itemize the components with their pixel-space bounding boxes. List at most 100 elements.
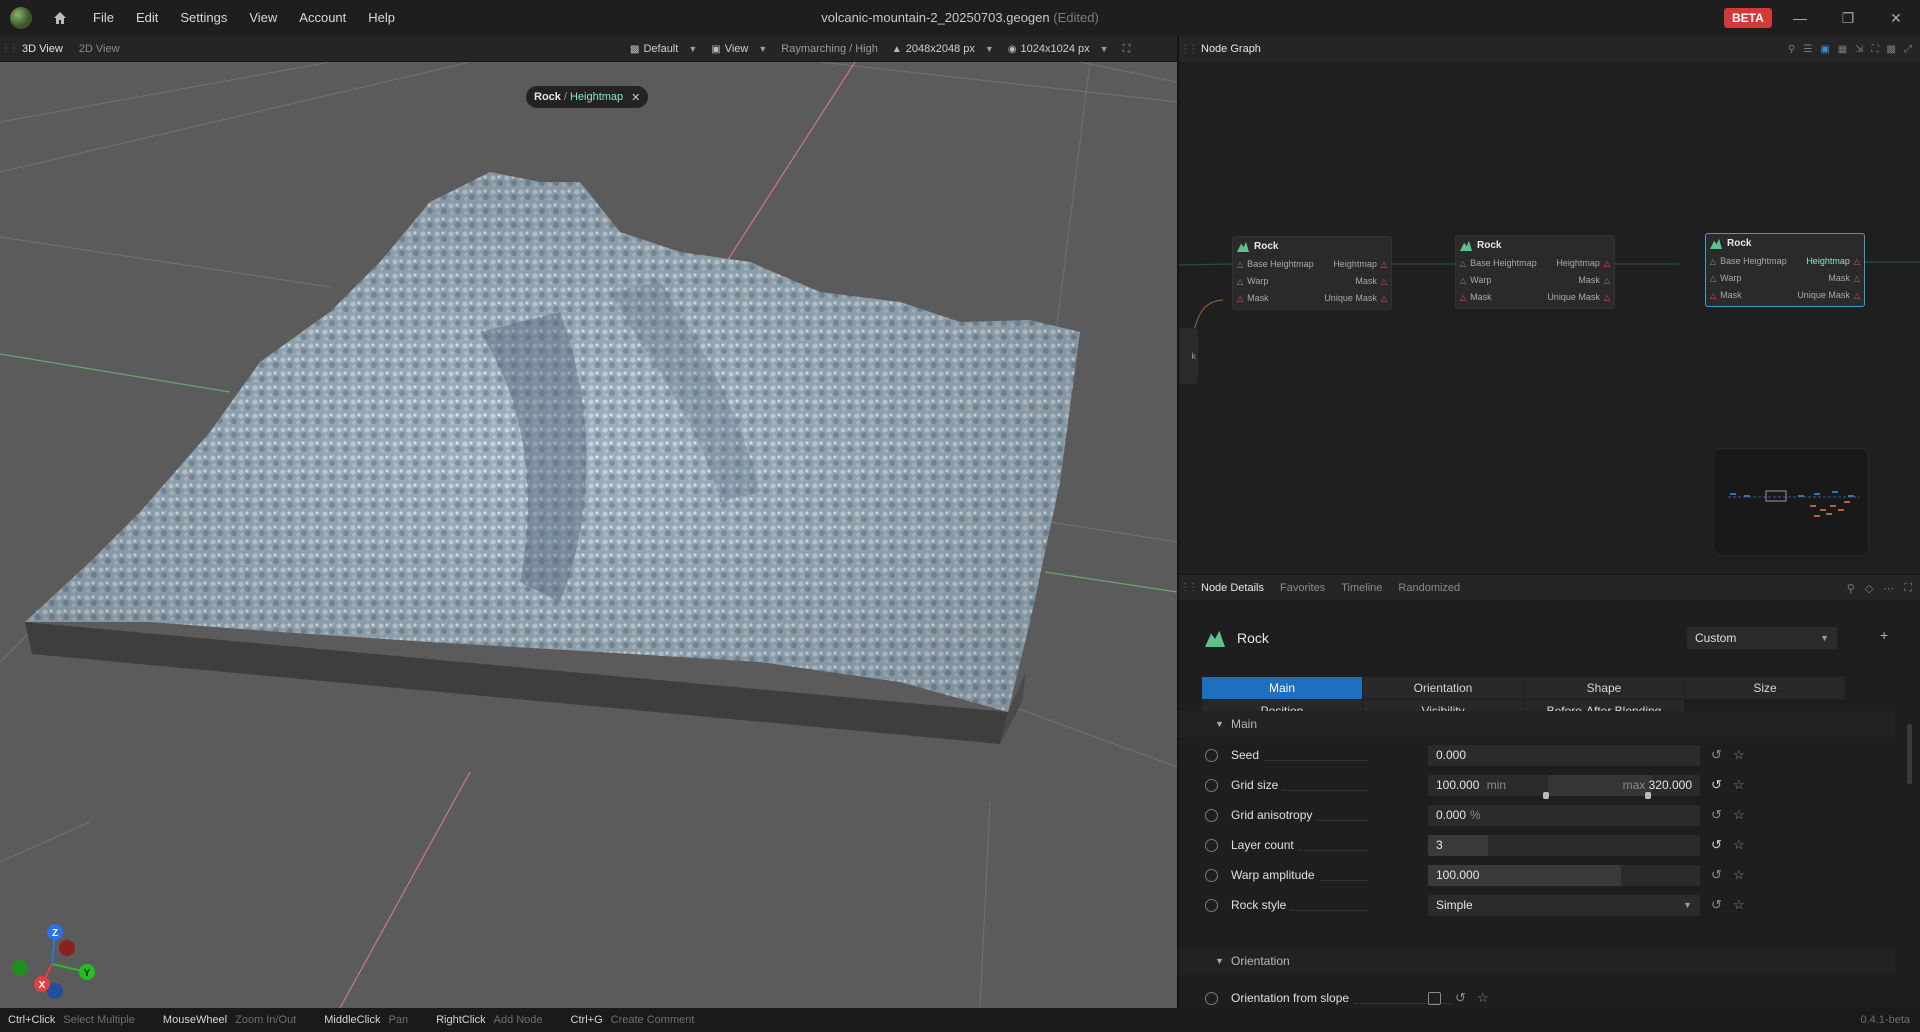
maximize-button[interactable]: ❐	[1828, 4, 1868, 32]
graph-node-rock-3-selected[interactable]: Rock Base Heightmap Heightmap Warp Mask Ma…	[1705, 233, 1865, 307]
reset-icon[interactable]: ↺	[1711, 867, 1722, 883]
reset-icon[interactable]: ↺	[1711, 837, 1722, 853]
expose-toggle[interactable]	[1205, 838, 1218, 852]
reset-icon[interactable]: ↺	[1711, 747, 1722, 763]
star-icon[interactable]: ☆	[1733, 807, 1745, 823]
details-scrollbar[interactable]	[1907, 724, 1912, 784]
grid-size-max-handle[interactable]	[1645, 792, 1651, 799]
output-port[interactable]: Mask	[1828, 273, 1860, 283]
frame-icon[interactable]: ⛶	[1872, 44, 1879, 55]
panel-grip-icon[interactable]: ⋮⋮	[1, 36, 19, 62]
group-icon[interactable]: ▦	[1838, 44, 1847, 55]
star-icon[interactable]: ☆	[1733, 837, 1745, 853]
menu-file[interactable]: File	[82, 0, 125, 36]
tab-node-details[interactable]: Node Details	[1193, 575, 1272, 601]
minimize-button[interactable]: —	[1780, 4, 1820, 32]
partial-node[interactable]: k	[1179, 328, 1198, 384]
output-port[interactable]: Mask	[1578, 275, 1610, 285]
tab-3d-view[interactable]: 3D View	[14, 36, 71, 62]
home-button[interactable]	[46, 4, 74, 32]
layout-icon[interactable]: ▣	[1820, 44, 1829, 55]
axis-gizmo[interactable]: Y Z X	[0, 912, 110, 1002]
grid-anisotropy-slider[interactable]: 0.000%	[1428, 804, 1700, 826]
grid-size-range[interactable]: 100.000 min max 320.000	[1428, 774, 1700, 796]
diamond-icon[interactable]: ◇	[1865, 582, 1873, 595]
output-port[interactable]: Unique Mask	[1547, 292, 1610, 302]
star-icon[interactable]: ☆	[1733, 897, 1745, 913]
graph-minimap[interactable]	[1713, 448, 1869, 556]
panel-grip-icon[interactable]: ⋮⋮	[1180, 575, 1198, 601]
menu-settings[interactable]: Settings	[169, 0, 238, 36]
menu-account[interactable]: Account	[288, 0, 357, 36]
fullscreen-icon[interactable]: ⤢	[1904, 44, 1912, 55]
preset-dropdown[interactable]: ▩ Default ▼	[630, 43, 697, 55]
list-icon[interactable]: ☰	[1803, 44, 1812, 55]
subtab-size[interactable]: Size	[1685, 677, 1845, 699]
seed-input[interactable]: 0.000	[1428, 744, 1700, 766]
section-orientation[interactable]: ▼ Orientation	[1179, 948, 1895, 974]
fit-icon[interactable]: ▩	[1887, 44, 1896, 55]
input-port[interactable]: Base Heightmap	[1460, 258, 1537, 268]
panel-grip-icon[interactable]: ⋮⋮	[1180, 36, 1198, 62]
expose-toggle[interactable]	[1205, 898, 1218, 912]
preview-resolution-dropdown[interactable]: ◉ 1024x1024 px ▼	[1008, 43, 1109, 55]
output-port[interactable]: Heightmap	[1333, 259, 1387, 269]
warp-amplitude-slider[interactable]: 100.000%	[1428, 864, 1700, 886]
input-port[interactable]: Warp	[1460, 275, 1491, 285]
resolution-dropdown[interactable]: ▲ 2048x2048 px ▼	[892, 43, 994, 55]
input-port[interactable]: Mask	[1237, 293, 1269, 303]
expose-toggle[interactable]	[1205, 808, 1218, 822]
graph-node-rock-2[interactable]: Rock Base Heightmap Heightmap Warp Mask Ma…	[1455, 235, 1615, 309]
output-port-active[interactable]: Heightmap	[1806, 256, 1860, 266]
grid-size-min-handle[interactable]	[1543, 792, 1549, 799]
close-icon[interactable]: ✕	[631, 91, 640, 104]
more-icon[interactable]: ⋯	[1883, 582, 1894, 595]
search-icon[interactable]: ⚲	[1788, 44, 1795, 55]
render-mode-label[interactable]: Raymarching / High	[781, 43, 878, 55]
output-port[interactable]: Unique Mask	[1324, 293, 1387, 303]
orientation-from-slope-checkbox[interactable]	[1428, 991, 1441, 1005]
collapse-icon[interactable]: ⇲	[1855, 44, 1863, 55]
expose-toggle[interactable]	[1205, 868, 1218, 882]
tab-randomized[interactable]: Randomized	[1390, 575, 1468, 601]
subtab-main[interactable]: Main	[1202, 677, 1362, 699]
input-port[interactable]: Base Heightmap	[1237, 259, 1314, 269]
fullscreen-button[interactable]: ⛶	[1123, 43, 1131, 56]
reset-icon[interactable]: ↺	[1711, 777, 1722, 793]
star-icon[interactable]: ☆	[1733, 867, 1745, 883]
expose-toggle[interactable]	[1205, 748, 1218, 762]
menu-view[interactable]: View	[238, 0, 288, 36]
input-port[interactable]: Warp	[1710, 273, 1741, 283]
tab-favorites[interactable]: Favorites	[1272, 575, 1333, 601]
subtab-orientation[interactable]: Orientation	[1363, 677, 1523, 699]
close-window-button[interactable]: ✕	[1876, 4, 1916, 32]
star-icon[interactable]: ☆	[1477, 990, 1489, 1006]
reset-icon[interactable]: ↺	[1711, 897, 1722, 913]
output-port[interactable]: Unique Mask	[1797, 290, 1860, 300]
expose-toggle[interactable]	[1205, 991, 1218, 1005]
input-port[interactable]: Mask	[1710, 290, 1742, 300]
expose-toggle[interactable]	[1205, 778, 1218, 792]
star-icon[interactable]: ☆	[1733, 777, 1745, 793]
fullscreen-icon[interactable]: ⛶	[1904, 582, 1912, 595]
star-icon[interactable]: ☆	[1733, 747, 1745, 763]
viewport-3d[interactable]: Rock / Heightmap ✕ Y Z X	[0, 62, 1177, 1008]
view-dropdown[interactable]: ▣ View ▼	[711, 43, 767, 55]
layer-count-slider[interactable]: 3	[1428, 834, 1700, 856]
menu-edit[interactable]: Edit	[125, 0, 169, 36]
input-port[interactable]: Warp	[1237, 276, 1268, 286]
section-main[interactable]: ▼ Main	[1179, 711, 1895, 737]
tab-node-graph[interactable]: Node Graph	[1193, 36, 1269, 62]
graph-node-rock-1[interactable]: Rock Base Heightmap Heightmap Warp Mask Ma…	[1232, 236, 1392, 310]
subtab-shape[interactable]: Shape	[1524, 677, 1684, 699]
reset-icon[interactable]: ↺	[1455, 990, 1466, 1006]
tab-timeline[interactable]: Timeline	[1333, 575, 1390, 601]
menu-help[interactable]: Help	[357, 0, 406, 36]
search-icon[interactable]: ⚲	[1847, 582, 1855, 595]
output-port[interactable]: Mask	[1355, 276, 1387, 286]
input-port[interactable]: Mask	[1460, 292, 1492, 302]
tab-2d-view[interactable]: 2D View	[71, 36, 128, 62]
reset-icon[interactable]: ↺	[1711, 807, 1722, 823]
output-port[interactable]: Heightmap	[1556, 258, 1610, 268]
rock-style-select[interactable]: Simple ▼	[1428, 894, 1700, 916]
